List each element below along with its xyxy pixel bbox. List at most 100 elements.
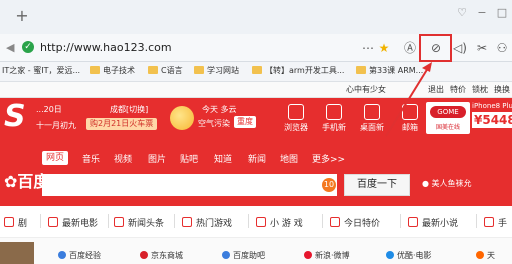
paw-icon: ✿ (4, 172, 18, 191)
hao123-header: S ...20日 十一月初九 成都[切换] 购2月21日火车票 今天 多云 空气… (0, 98, 512, 140)
app-mobile[interactable]: 手机新 (316, 104, 352, 133)
date-line: ...20日 (36, 105, 62, 114)
site-link[interactable]: 天 (476, 250, 495, 261)
search-tab-tieba[interactable]: 贴吧 (180, 152, 198, 165)
category-item[interactable]: 小 游 戏 (256, 216, 303, 229)
bookmark-item[interactable]: IT之家 - 蜜IT，爱远... (2, 65, 80, 76)
divider (322, 214, 323, 228)
site-link[interactable]: 新浪·微博 (304, 250, 350, 261)
category-item[interactable]: 剧 (4, 216, 27, 229)
bookmark-item[interactable]: 电子技术 (90, 65, 135, 76)
category-item[interactable]: 最新电影 (48, 216, 98, 229)
sun-icon (170, 106, 194, 130)
site-icon (58, 251, 66, 259)
new-tab-button[interactable]: + (14, 8, 30, 24)
hao123-logo[interactable]: S (4, 100, 26, 134)
url-field[interactable]: http://www.hao123.com (40, 41, 172, 54)
hot-icon: ● (422, 179, 429, 188)
mute-icon[interactable]: ◁) (452, 40, 468, 56)
gome-logo: GOME (430, 106, 466, 118)
weather-today[interactable]: 今天 多云 (202, 104, 237, 115)
divider (174, 214, 175, 228)
maximize-button[interactable]: □ (494, 6, 510, 20)
category-item[interactable]: 新闻头条 (114, 216, 164, 229)
phone-icon (326, 104, 342, 120)
search-button[interactable]: 百度一下 (344, 174, 410, 196)
site-link[interactable]: 京东商城 (140, 250, 183, 261)
search-count-badge: 10 (322, 178, 336, 192)
mail-icon (402, 104, 418, 120)
film-icon (48, 217, 58, 227)
iphone-ad-title: iPhone8 Plus (472, 102, 512, 110)
search-tab-web[interactable]: 网页 (42, 151, 69, 165)
annotation-highlight-box (419, 34, 452, 62)
iphone-ad[interactable]: iPhone8 Plus ¥5448 (472, 102, 512, 134)
category-item[interactable]: 手 (484, 216, 507, 229)
search-tab-image[interactable]: 图片 (148, 152, 166, 165)
search-band: 网页 音乐 视频 图片 贴吧 知道 新闻 地图 更多>> ✿百度 10 百度一下… (0, 140, 512, 206)
lock-link[interactable]: 锁枕 (472, 84, 488, 95)
bookmark-item[interactable]: 学习网站 (194, 65, 239, 76)
divider (248, 214, 249, 228)
exit-link[interactable]: 退出 (428, 84, 444, 95)
divider (40, 214, 41, 228)
exchange-link[interactable]: 换换 (494, 84, 510, 95)
folder-icon (252, 66, 262, 74)
category-item[interactable]: 热门游戏 (182, 216, 232, 229)
folder-icon (356, 66, 366, 74)
title-bar: + ♡ − □ (0, 0, 512, 34)
bookmark-item[interactable]: 【转】arm开发工具... (252, 65, 344, 76)
skin-icon[interactable]: ♡ (454, 6, 470, 20)
gome-ad[interactable]: GOME 国美在线 (426, 102, 470, 134)
bookmark-item[interactable]: 第33课 ARM... (356, 65, 423, 76)
site-link[interactable]: 百度助吧 (222, 250, 265, 261)
folder-icon (194, 66, 204, 74)
browser-icon (288, 104, 304, 120)
more-icon[interactable]: ⋯ (360, 40, 376, 56)
site-link[interactable]: 优酷·电影 (386, 250, 432, 261)
category-item[interactable]: 最新小说 (408, 216, 458, 229)
app-mail[interactable]: 邮箱 (392, 104, 428, 133)
divider (400, 214, 401, 228)
search-input[interactable] (42, 174, 337, 196)
special-link[interactable]: 特价 (450, 84, 466, 95)
minigame-icon (256, 217, 266, 227)
divider (108, 214, 109, 228)
site-link[interactable]: 百度经验 (58, 250, 101, 261)
app-browser[interactable]: 浏览器 (278, 104, 314, 133)
hot-search-link[interactable]: ● 美人鱼袜允 (422, 178, 472, 189)
folder-icon (90, 66, 100, 74)
search-tab-news[interactable]: 新闻 (248, 152, 266, 165)
search-tab-more[interactable]: 更多>> (312, 152, 345, 165)
scissors-icon[interactable]: ✂ (474, 40, 490, 56)
iphone-price: ¥5448 (472, 112, 512, 128)
lunar-date: 十一月初九 (36, 121, 76, 130)
game-icon (182, 217, 192, 227)
category-item[interactable]: 今日特价 (330, 216, 380, 229)
back-icon[interactable]: ◀ (6, 41, 14, 54)
thumbnail-image[interactable] (0, 242, 34, 264)
desktop-icon (364, 104, 380, 120)
minimize-button[interactable]: − (474, 6, 490, 20)
category-icon (484, 217, 494, 227)
favorite-star-icon[interactable]: ★ (376, 40, 392, 56)
city-switch[interactable]: 成都[切换] (110, 104, 148, 115)
search-tab-zhidao[interactable]: 知道 (214, 152, 232, 165)
ticket-link[interactable]: 购2月21日火车票 (86, 118, 158, 130)
search-tab-music[interactable]: 音乐 (82, 152, 100, 165)
site-icon (222, 251, 230, 259)
secure-icon[interactable]: ✓ (22, 41, 34, 53)
category-nav: 剧 最新电影 新闻头条 热门游戏 小 游 戏 今日特价 最新小说 手 (0, 206, 512, 238)
extension-icon[interactable]: ⚇ (494, 40, 510, 56)
site-icon (304, 251, 312, 259)
deal-icon (330, 217, 340, 227)
bookmark-item[interactable]: C语言 (148, 65, 183, 76)
weather-link[interactable]: 心中有少女 (346, 84, 386, 95)
app-desktop[interactable]: 桌面新 (354, 104, 390, 133)
adblock-icon[interactable]: Ⓐ (402, 40, 418, 56)
site-links-row: 百度经验 京东商城 百度助吧 新浪·微博 优酷·电影 天 (0, 238, 512, 264)
secondary-toolbar: 心中有少女 退出 特价 锁枕 换换 (0, 82, 512, 98)
search-tab-video[interactable]: 视频 (114, 152, 132, 165)
divider (476, 214, 477, 228)
search-tab-map[interactable]: 地图 (280, 152, 298, 165)
